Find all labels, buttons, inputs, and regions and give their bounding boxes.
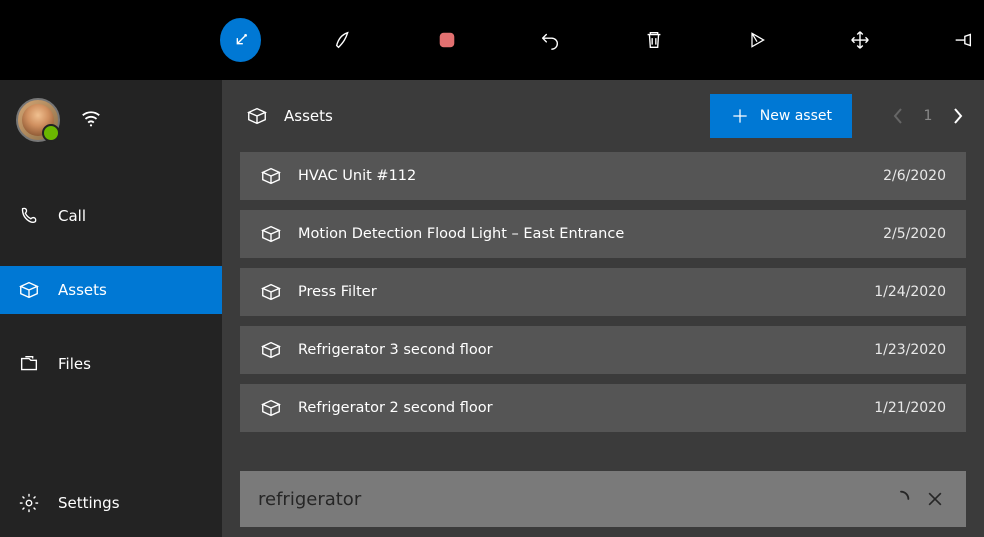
nav-settings[interactable]: Settings [0,479,222,527]
asset-date: 1/24/2020 [874,284,946,300]
asset-name: Refrigerator 3 second floor [298,342,858,358]
wifi-icon [80,107,102,133]
asset-box-icon [260,223,282,245]
profile-row [0,98,222,162]
asset-row[interactable]: Motion Detection Flood Light – East Entr… [240,210,966,258]
undo-tool[interactable] [530,18,571,62]
nav: Call Assets Files [0,192,222,388]
top-toolbar [0,0,984,80]
new-asset-label: New asset [760,108,832,124]
nav-files-label: Files [58,355,91,373]
pencil-tool[interactable] [323,18,364,62]
content-title: Assets [284,107,333,125]
asset-date: 1/23/2020 [874,342,946,358]
asset-row[interactable]: Refrigerator 3 second floor 1/23/2020 [240,326,966,374]
nav-call[interactable]: Call [0,192,222,240]
asset-list: HVAC Unit #112 2/6/2020 Motion Detection… [222,152,984,455]
move-tool[interactable] [840,18,881,62]
delete-tool[interactable] [633,18,674,62]
asset-name: Press Filter [298,284,858,300]
nav-assets[interactable]: Assets [0,266,222,314]
asset-date: 2/5/2020 [883,226,946,242]
stop-record-tool[interactable] [427,18,468,62]
new-asset-button[interactable]: New asset [710,94,852,138]
asset-box-icon [260,281,282,303]
nav-assets-label: Assets [58,281,107,299]
search-bar [240,471,966,527]
asset-row[interactable]: Refrigerator 2 second floor 1/21/2020 [240,384,966,432]
page-prev[interactable] [886,94,912,138]
play-tool[interactable] [736,18,777,62]
asset-box-icon [260,165,282,187]
nav-settings-label: Settings [58,494,120,512]
page-next[interactable] [944,94,970,138]
asset-box-icon [246,105,268,127]
asset-box-icon [260,339,282,361]
sidebar: Call Assets Files Settings [0,80,222,537]
asset-row[interactable]: Press Filter 1/24/2020 [240,268,966,316]
search-loading-icon [884,482,918,516]
asset-name: Motion Detection Flood Light – East Entr… [298,226,867,242]
search-input[interactable] [258,489,884,510]
asset-date: 1/21/2020 [874,400,946,416]
nav-files[interactable]: Files [0,340,222,388]
content-header: Assets New asset 1 [222,80,984,152]
plus-icon [730,106,750,126]
main-layout: Call Assets Files Settings Assets [0,80,984,537]
user-avatar[interactable] [16,98,60,142]
asset-box-icon [260,397,282,419]
ink-arrow-tool[interactable] [220,18,261,62]
page-number: 1 [912,108,944,124]
asset-row[interactable]: HVAC Unit #112 2/6/2020 [240,152,966,200]
pager: 1 [886,94,970,138]
search-clear-button[interactable] [918,482,952,516]
pin-tool[interactable] [943,18,984,62]
content-panel: Assets New asset 1 HVAC Unit #112 2/6/20… [222,80,984,537]
asset-date: 2/6/2020 [883,168,946,184]
asset-name: Refrigerator 2 second floor [298,400,858,416]
asset-name: HVAC Unit #112 [298,168,867,184]
nav-call-label: Call [58,207,86,225]
content-title-wrap: Assets [246,105,694,127]
